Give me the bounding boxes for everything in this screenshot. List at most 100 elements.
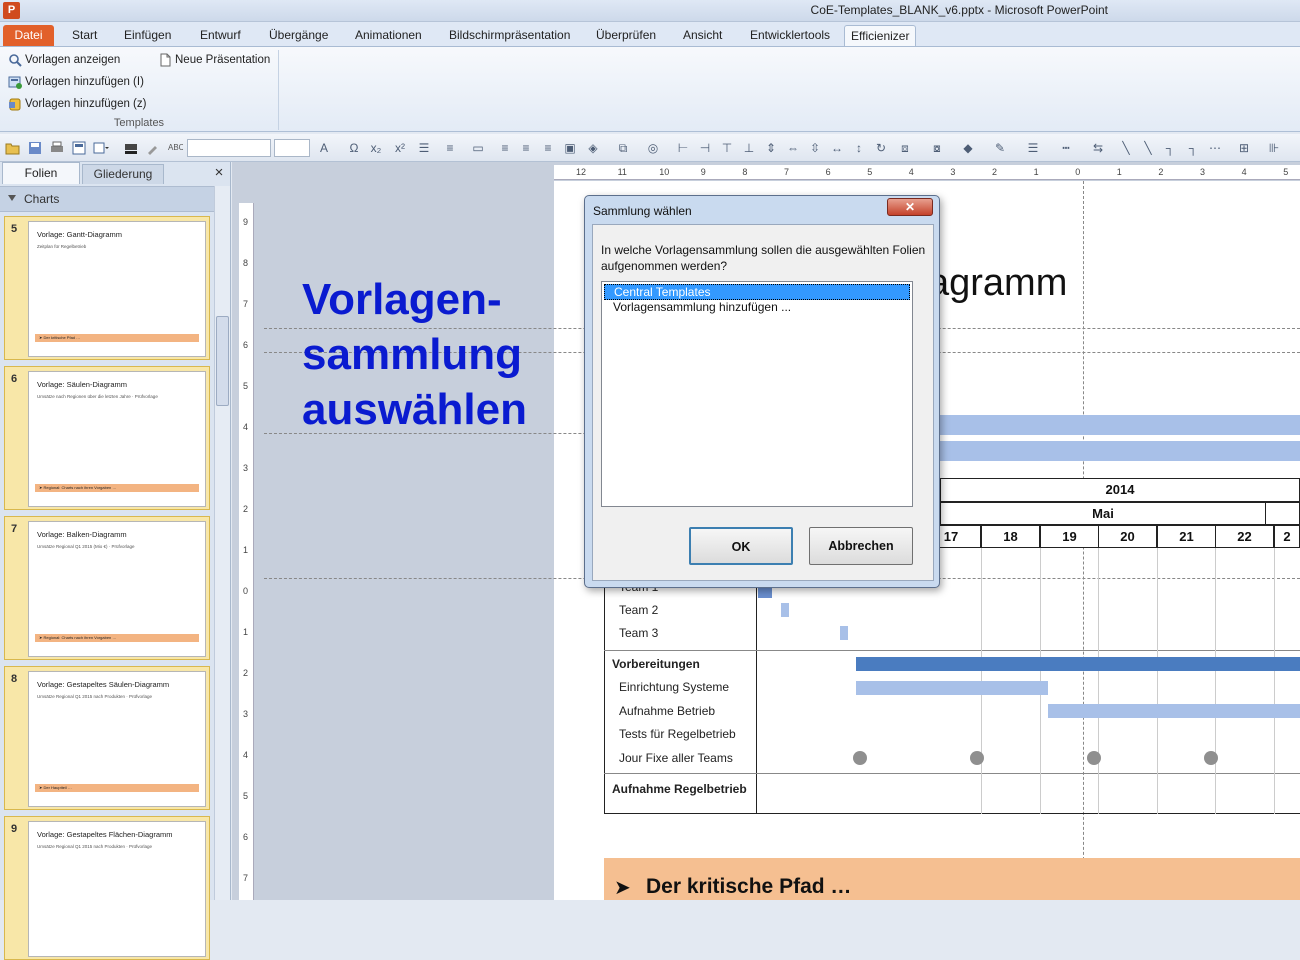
align-objects-bottom-icon[interactable]: ⊥ bbox=[741, 140, 757, 156]
omega-symbol-icon[interactable]: Ω bbox=[346, 140, 362, 156]
elbow-arrow-connector-icon[interactable]: ┐ bbox=[1185, 140, 1201, 156]
line-tool-icon[interactable]: ╲ bbox=[1118, 140, 1134, 156]
font-size-select[interactable] bbox=[274, 139, 310, 157]
open-folder-icon[interactable] bbox=[5, 140, 21, 156]
ruler-tick-label: 0 bbox=[243, 586, 249, 596]
spelling-icon[interactable]: ABC bbox=[167, 140, 183, 156]
slide-thumbnail[interactable]: 7 Vorlage: Balken-Diagramm Umsätze Regiona… bbox=[4, 516, 210, 660]
tab-ueberpruefen[interactable]: Überprüfen bbox=[590, 25, 662, 47]
title-bar: P CoE-Templates_BLANK_v6.pptx - Microsof… bbox=[0, 0, 1300, 22]
slide-thumbnail[interactable]: 5 Vorlage: Gantt-Diagramm Zeitplan für Reg… bbox=[4, 216, 210, 360]
slide-thumb-title: Vorlage: Säulen-Diagramm bbox=[37, 380, 128, 389]
dialog-close-button[interactable]: ✕ bbox=[887, 198, 933, 216]
add-templates-z-button[interactable]: Vorlagen hinzufügen (z) bbox=[6, 94, 146, 114]
milestone-dot[interactable] bbox=[853, 751, 867, 765]
milestone-dot[interactable] bbox=[1204, 751, 1218, 765]
slide-thumbnail[interactable]: 8 Vorlage: Gestapeltes Säulen-Diagramm Ums… bbox=[4, 666, 210, 810]
scrollbar-thumb[interactable] bbox=[216, 316, 229, 406]
distribute-icon[interactable]: ⇕ bbox=[763, 140, 779, 156]
width-icon[interactable]: ↔ bbox=[829, 140, 845, 156]
add-templates-i-button[interactable]: Vorlagen hinzufügen (I) bbox=[6, 72, 144, 92]
tab-uebergaenge[interactable]: Übergänge bbox=[263, 25, 334, 47]
align-objects-top-icon[interactable]: ⊤ bbox=[719, 140, 735, 156]
collection-listbox[interactable]: Central Templates Vorlagensammlung hinzu… bbox=[601, 281, 913, 507]
section-header[interactable]: Charts bbox=[0, 186, 214, 212]
collapse-triangle-icon[interactable] bbox=[8, 195, 16, 201]
panel-close-icon[interactable]: × bbox=[212, 165, 226, 181]
bullet-list-icon[interactable]: ☰ bbox=[416, 140, 432, 156]
elbow-connector-icon[interactable]: ┐ bbox=[1162, 140, 1178, 156]
save-icon[interactable] bbox=[27, 140, 43, 156]
table-icon[interactable]: ⊞ bbox=[1236, 140, 1252, 156]
tab-datei[interactable]: Datei bbox=[3, 25, 54, 47]
tab-folien[interactable]: Folien bbox=[2, 162, 80, 184]
gantt-bar-team3[interactable] bbox=[840, 626, 848, 640]
list-item-add-collection[interactable]: Vorlagensammlung hinzufügen ... bbox=[604, 300, 910, 316]
format-painter-icon[interactable] bbox=[145, 140, 161, 156]
shape-fill-icon[interactable] bbox=[123, 140, 139, 156]
tab-animationen[interactable]: Animationen bbox=[349, 25, 428, 47]
size-icon[interactable]: ⇳ bbox=[807, 140, 823, 156]
shapes-icon[interactable]: ◈ bbox=[585, 140, 601, 156]
slide-thumbnail[interactable]: 9 Vorlage: Gestapeltes Flächen-Diagramm Um… bbox=[4, 816, 210, 960]
gantt-bar-team2[interactable] bbox=[781, 603, 789, 617]
height-icon[interactable]: ↕ bbox=[851, 140, 867, 156]
gantt-row-label: Aufnahme Betrieb bbox=[619, 704, 716, 718]
arrange-icon[interactable]: ⧉ bbox=[615, 140, 631, 156]
tab-bildschirmpraesentation[interactable]: Bildschirmpräsentation bbox=[443, 25, 576, 47]
superscript-icon[interactable]: x² bbox=[392, 140, 408, 156]
panel-scrollbar[interactable] bbox=[214, 186, 230, 900]
milestone-dot[interactable] bbox=[1087, 751, 1101, 765]
tab-entwurf[interactable]: Entwurf bbox=[194, 25, 247, 47]
layout-dropdown-icon[interactable] bbox=[93, 140, 109, 156]
arrow-style-icon[interactable]: ⇆ bbox=[1090, 140, 1106, 156]
show-templates-button[interactable]: Vorlagen anzeigen bbox=[6, 50, 120, 70]
slide-title[interactable]: agramm bbox=[928, 262, 1067, 305]
line-spacing-icon[interactable]: ≡ bbox=[442, 140, 458, 156]
tab-start[interactable]: Start bbox=[66, 25, 103, 47]
distribute-horizontal-icon[interactable]: ⇔ bbox=[785, 140, 801, 156]
align-right-icon[interactable]: ≡ bbox=[540, 140, 556, 156]
ok-button[interactable]: OK bbox=[689, 527, 793, 565]
day-gridline bbox=[1098, 548, 1099, 814]
cancel-button[interactable]: Abbrechen bbox=[809, 527, 913, 565]
print-icon[interactable] bbox=[49, 140, 65, 156]
group-icon[interactable]: ⧈ bbox=[897, 140, 913, 156]
text-frame-icon[interactable]: ▣ bbox=[562, 140, 578, 156]
tab-gliederung[interactable]: Gliederung bbox=[82, 164, 164, 184]
tab-einfuegen[interactable]: Einfügen bbox=[118, 25, 177, 47]
dashed-connector-icon[interactable]: ⋯ bbox=[1207, 140, 1223, 156]
tab-entwicklertools[interactable]: Entwicklertools bbox=[744, 25, 836, 47]
slide-thumbnail[interactable]: 6 Vorlage: Säulen-Diagramm Umsätze nach Re… bbox=[4, 366, 210, 510]
ungroup-icon[interactable]: ⧇ bbox=[929, 140, 945, 156]
align-objects-left-icon[interactable]: ⊢ bbox=[675, 140, 691, 156]
align-objects-right-icon[interactable]: ⊣ bbox=[697, 140, 713, 156]
rotate-icon[interactable]: ↻ bbox=[873, 140, 889, 156]
gantt-bar-aufnahme-betrieb[interactable] bbox=[1048, 704, 1300, 718]
dash-style-icon[interactable]: ┅ bbox=[1058, 140, 1074, 156]
slide-layout-icon[interactable] bbox=[71, 140, 87, 156]
font-color-icon[interactable]: A bbox=[316, 140, 332, 156]
horizontal-ruler[interactable]: 12 11 10 9 8 7 6 5 4 3 2 1 0 1 2 3 4 5 bbox=[554, 165, 1300, 180]
align-center-icon[interactable]: ≡ bbox=[518, 140, 534, 156]
slide-thumb-title: Vorlage: Gantt-Diagramm bbox=[37, 230, 123, 239]
arrow-line-icon[interactable]: ╲ bbox=[1140, 140, 1156, 156]
text-box-icon[interactable]: ▭ bbox=[470, 140, 486, 156]
gantt-bar-einrichtung[interactable] bbox=[856, 681, 1048, 695]
list-item-central-templates[interactable]: Central Templates bbox=[604, 284, 910, 300]
line-weight-icon[interactable]: ☰ bbox=[1025, 140, 1041, 156]
tab-efficienizer[interactable]: Efficienizer bbox=[844, 25, 917, 47]
milestone-dot[interactable] bbox=[970, 751, 984, 765]
line-color-icon[interactable]: ✎ bbox=[992, 140, 1008, 156]
chart-icon[interactable]: ⊪ bbox=[1266, 140, 1282, 156]
quick-styles-icon[interactable]: ◎ bbox=[645, 140, 661, 156]
tab-ansicht[interactable]: Ansicht bbox=[677, 25, 728, 47]
ruler-tick-label: 0 bbox=[1075, 167, 1081, 177]
gantt-bar-vorbereitungen[interactable] bbox=[856, 657, 1300, 671]
fill-color-icon[interactable]: ◆ bbox=[960, 140, 976, 156]
align-left-icon[interactable]: ≡ bbox=[497, 140, 513, 156]
vertical-ruler[interactable]: 9 8 7 6 5 4 3 2 1 0 1 2 3 4 5 6 7 bbox=[239, 203, 254, 900]
subscript-icon[interactable]: x₂ bbox=[368, 140, 384, 156]
new-presentation-button[interactable]: Neue Präsentation bbox=[156, 50, 270, 70]
font-name-select[interactable] bbox=[187, 139, 271, 157]
